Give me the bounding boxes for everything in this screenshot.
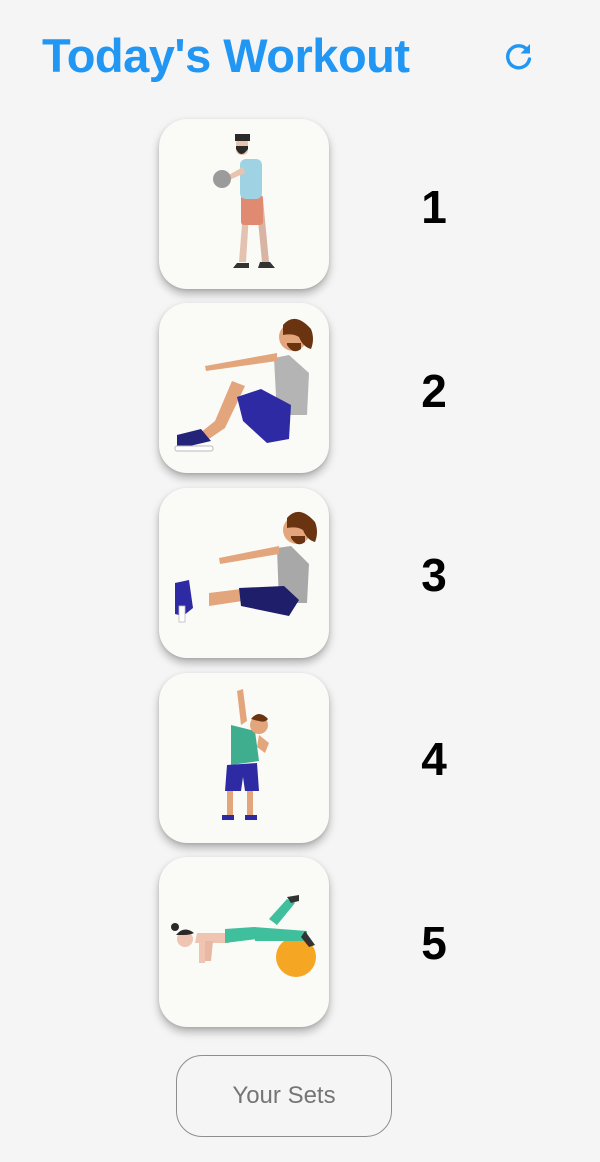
refresh-icon[interactable] <box>503 40 535 72</box>
your-sets-button[interactable]: Your Sets <box>176 1055 392 1137</box>
workout-card-3[interactable] <box>159 488 329 658</box>
workout-card-5[interactable] <box>159 857 329 1027</box>
woman-plank-ball-illustration <box>171 895 316 977</box>
man-dumbbell-illustration <box>213 134 275 268</box>
man-vsit-illustration <box>175 511 317 623</box>
workout-number-4: 4 <box>421 733 447 785</box>
workout-card-1[interactable] <box>159 119 329 289</box>
workout-number-2: 2 <box>421 365 447 417</box>
man-situp-illustration <box>174 318 313 452</box>
workout-number-1: 1 <box>421 181 447 233</box>
page-title: Today's Workout <box>42 29 410 82</box>
workout-card-2[interactable] <box>159 303 329 473</box>
man-side-stretch-illustration <box>222 689 269 820</box>
workout-number-3: 3 <box>421 549 447 601</box>
workout-number-5: 5 <box>421 917 447 969</box>
workout-card-4[interactable] <box>159 673 329 843</box>
